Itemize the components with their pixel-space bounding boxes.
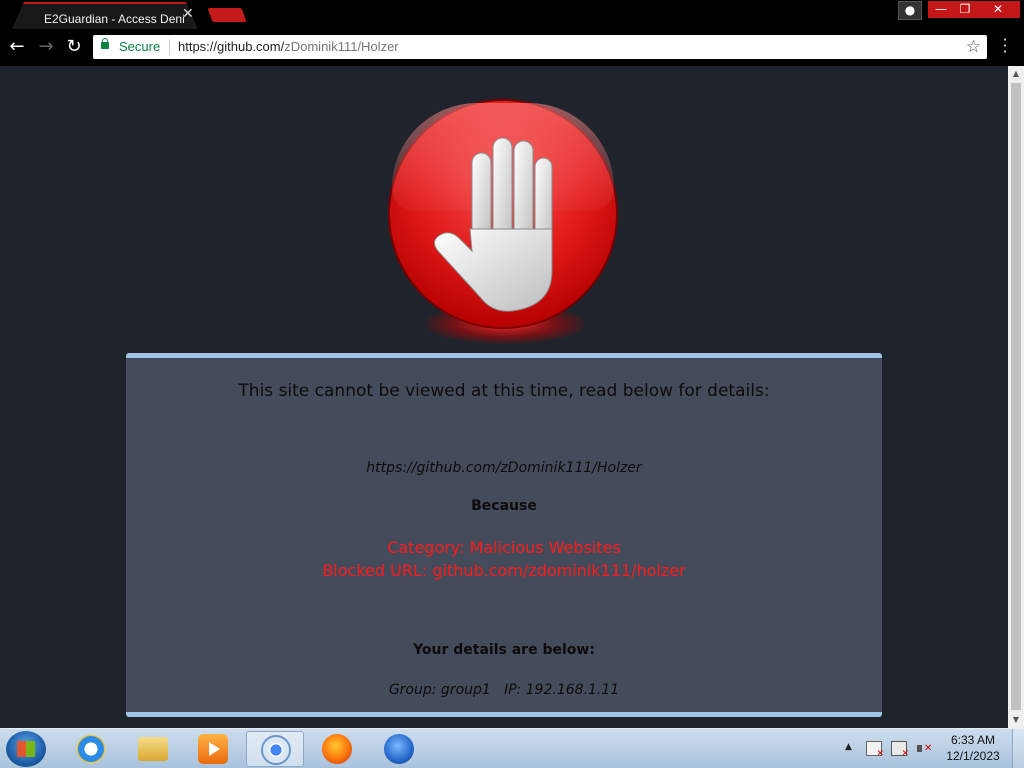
scroll-thumb[interactable] xyxy=(1011,83,1021,710)
reload-icon[interactable]: ↻ xyxy=(63,36,85,58)
clock-date: 12/1/2023 xyxy=(946,749,1000,763)
maximize-button[interactable]: ❐ xyxy=(954,1,976,18)
taskbar-internet-explorer[interactable] xyxy=(62,731,118,767)
scroll-down-icon[interactable]: ▼ xyxy=(1008,712,1024,728)
blocked-url: https://github.com/zDominik111/Holzer xyxy=(366,460,642,476)
block-reason: Blocked URL: github.com/zdominik111/holz… xyxy=(322,561,686,580)
clock-time: 6:33 AM xyxy=(950,733,996,747)
volume-muted-icon[interactable] xyxy=(916,741,932,756)
url-path: zDominik111/Holzer xyxy=(284,39,399,54)
block-category: Category: Malicious Websites xyxy=(387,538,621,557)
star-icon[interactable]: ☆ xyxy=(966,37,981,57)
tab-strip: E2Guardian - Access Denied ✕ ● — ❐ ✕ xyxy=(0,0,1024,29)
lock-icon xyxy=(101,38,109,49)
browser-toolbar: ← → ↻ Secure https://github.com/zDominik… xyxy=(0,29,1024,66)
taskbar-firefox[interactable] xyxy=(308,731,364,767)
back-icon[interactable]: ← xyxy=(6,36,28,58)
secure-label: Secure xyxy=(119,39,161,54)
address-separator xyxy=(169,39,170,55)
folder-icon xyxy=(138,737,168,761)
show-desktop-button[interactable] xyxy=(1012,729,1024,768)
taskbar: ▲ 6:33 AM 12/1/2023 xyxy=(0,728,1024,768)
url-host: https://github.com/ xyxy=(178,39,285,54)
network-icon[interactable] xyxy=(891,741,909,759)
forward-icon[interactable]: → xyxy=(35,36,57,58)
action-center-flag-icon[interactable] xyxy=(866,741,884,759)
block-details-panel: This site cannot be viewed at this time,… xyxy=(126,353,882,717)
taskbar-chrome[interactable] xyxy=(246,731,304,767)
taskbar-thunderbird[interactable] xyxy=(370,731,426,767)
new-tab-button[interactable] xyxy=(207,8,247,22)
hand-stop-icon xyxy=(434,137,553,312)
tray-expand-icon[interactable]: ▲ xyxy=(845,742,852,752)
taskbar-file-explorer[interactable] xyxy=(124,731,180,767)
minimize-button[interactable]: — xyxy=(928,1,954,18)
close-window-button[interactable]: ✕ xyxy=(976,1,1020,18)
menu-icon[interactable]: · · · xyxy=(999,33,1011,60)
address-bar[interactable]: Secure https://github.com/zDominik111/Ho… xyxy=(93,35,987,59)
media-player-icon xyxy=(198,734,228,764)
internet-explorer-icon xyxy=(76,734,106,764)
user-details: Group: group1 IP: 192.168.1.11 xyxy=(388,682,620,698)
blocked-page: This site cannot be viewed at this time,… xyxy=(0,66,1008,728)
tab-title: E2Guardian - Access Denied xyxy=(44,12,184,26)
tab-active[interactable]: E2Guardian - Access Denied xyxy=(12,2,198,29)
tab-close-icon[interactable]: ✕ xyxy=(182,6,194,22)
page-title: This site cannot be viewed at this time,… xyxy=(238,381,770,401)
start-button[interactable] xyxy=(6,731,46,767)
system-clock[interactable]: 6:33 AM 12/1/2023 xyxy=(936,732,1010,764)
url-text[interactable]: https://github.com/zDominik111/Holzer xyxy=(178,39,399,54)
profile-button[interactable]: ● xyxy=(898,1,922,20)
chrome-icon xyxy=(261,735,291,765)
thunderbird-icon xyxy=(384,734,414,764)
taskbar-media-player[interactable] xyxy=(184,731,240,767)
firefox-icon xyxy=(322,734,352,764)
because-label: Because xyxy=(471,498,537,514)
scroll-up-icon[interactable]: ▲ xyxy=(1008,66,1024,82)
page-scrollbar[interactable]: ▲ ▼ xyxy=(1008,66,1024,728)
details-heading: Your details are below: xyxy=(413,642,595,658)
